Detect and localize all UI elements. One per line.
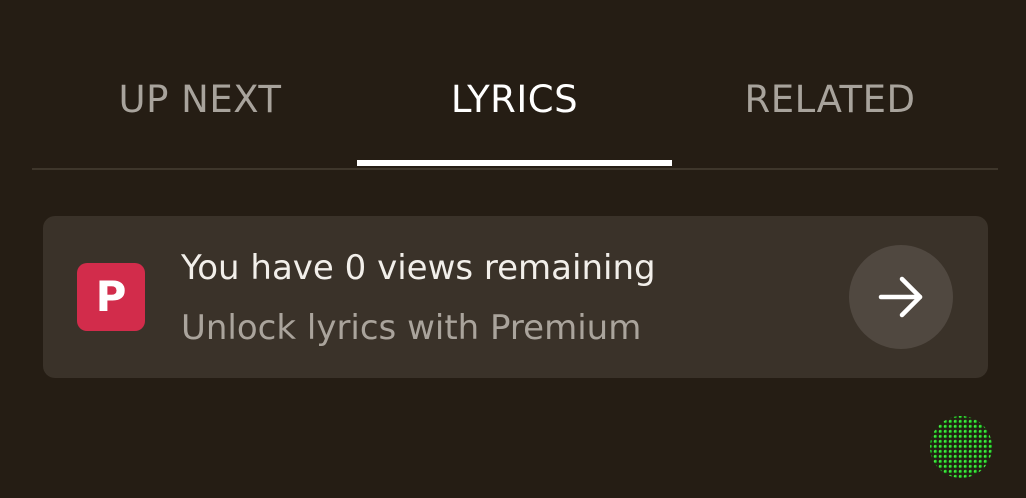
- arrow-right-icon: [878, 276, 923, 318]
- premium-upsell-card[interactable]: P You have 0 views remaining Unlock lyri…: [43, 216, 988, 378]
- tab-lyrics[interactable]: LYRICS: [357, 78, 672, 122]
- tab-divider: [32, 168, 998, 170]
- tab-bar: UP NEXT LYRICS RELATED: [32, 0, 998, 168]
- unlock-premium-button[interactable]: [849, 245, 953, 349]
- active-tab-indicator: [357, 160, 672, 166]
- premium-badge-letter: P: [95, 272, 127, 321]
- tab-up-next[interactable]: UP NEXT: [32, 78, 368, 122]
- tab-related[interactable]: RELATED: [672, 78, 988, 122]
- unlock-premium-text: Unlock lyrics with Premium: [181, 308, 642, 348]
- globe-watermark-icon: [930, 416, 992, 478]
- lyrics-panel: UP NEXT LYRICS RELATED P You have 0 view…: [0, 0, 1026, 498]
- views-remaining-text: You have 0 views remaining: [181, 248, 656, 288]
- premium-app-icon: P: [77, 263, 145, 331]
